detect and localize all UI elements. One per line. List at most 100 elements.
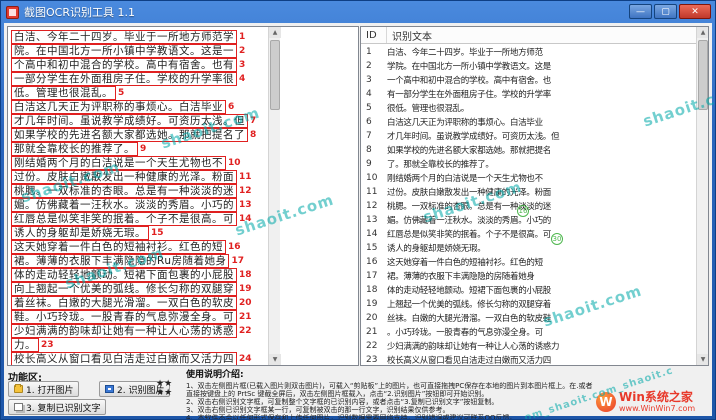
row-text: 诱人的身躯却是娇娆无瑕。 <box>387 242 693 254</box>
open-image-label: 1. 打开图片 <box>26 383 73 396</box>
scrollbar-thumb[interactable] <box>698 40 708 110</box>
open-image-button[interactable]: 1. 打开图片 <box>8 381 79 397</box>
stars-decoration: ★★ ★★ <box>156 380 172 398</box>
table-row[interactable]: 1 白洁、今年二十四岁。毕业于一所地方师范 <box>361 45 695 59</box>
app-window: 截图OCR识别工具 1.1 — ▢ ✕ 白洁、今年二十四岁。毕业于一所地方师范学… <box>0 0 716 420</box>
ocr-line-number: 12 <box>239 186 252 196</box>
table-row[interactable]: 12 桃腮。一双标准的杏眼。总是有一种淡淡的迷 <box>361 199 695 213</box>
table-row[interactable]: 18 体的走动轻轻地颤动。短裙下面包裹的小屁股 <box>361 283 695 297</box>
ocr-line-text: 力。 <box>11 338 39 352</box>
app-icon <box>6 6 19 19</box>
table-row[interactable]: 2 学院。在中国北方一所小镇中学教语文。这是 <box>361 59 695 73</box>
table-row[interactable]: 17 裙。薄薄的衣服下丰满隐隐的房随着她身 <box>361 269 695 283</box>
ocr-line-text: 媚。仿佛藏着一汪秋水。淡淡的秀眉。小巧的 <box>11 198 237 212</box>
ocr-line: 诱人的身躯却是娇娆无瑕。 15 <box>11 226 265 240</box>
row-text: 刚结婚两个月的白洁说是一个天生尤物也不 <box>387 172 693 184</box>
minimize-button[interactable]: — <box>629 4 652 19</box>
logo-site-url: www.WinWin7.com <box>619 404 695 413</box>
ocr-result-panel[interactable]: ID 识别文本 1 白洁、今年二十四岁。毕业于一所地方师范 2 学院。在中国北方… <box>360 26 709 366</box>
ocr-line-number: 16 <box>228 242 241 252</box>
ocr-line: 那就全靠校长的推荐了。 9 <box>11 142 265 156</box>
table-row[interactable]: 19 上翘起一个优美的弧线。修长匀称的双腿穿着 <box>361 297 695 311</box>
scroll-up-icon[interactable]: ▲ <box>697 27 709 38</box>
table-row[interactable]: 11 过份。皮肤白嫩散发出一种健康的光泽。粉面 <box>361 185 695 199</box>
ocr-line-text: 才几年时间。虽说教学成绩好。可资历太浅。但 <box>11 114 248 128</box>
table-row[interactable]: 4 有一部分学生在外面租房子住。学校的升学率 <box>361 87 695 101</box>
ocr-line-number: 4 <box>239 74 245 84</box>
row-text: 体的走动轻轻地颤动。短裙下面包裹的小屁股 <box>387 284 693 296</box>
copy-text-button[interactable]: 3. 复制已识别文字 <box>8 399 106 415</box>
ocr-line-number: 5 <box>118 88 124 98</box>
image-preview-panel[interactable]: 白洁、今年二十四岁。毕业于一所地方师范学 1 院。在中国北方一所小镇中学教语文。… <box>7 26 359 366</box>
ocr-line: 一部分学生在外面租房子住。学校的升学率很 4 <box>11 72 265 86</box>
row-id: 3 <box>361 75 387 85</box>
table-row[interactable]: 13 媚。仿佛藏着一汪秋水。淡淡的秀眉。小巧的 <box>361 213 695 227</box>
table-row[interactable]: 10 刚结婚两个月的白洁说是一个天生尤物也不 <box>361 171 695 185</box>
row-text: 白洁、今年二十四岁。毕业于一所地方师范 <box>387 46 693 58</box>
row-text: 才几年时间。虽说教学成绩好。可资历太浅。但 <box>387 130 693 142</box>
table-row[interactable]: 6 白洁这几天正为评职称的事烦心。白洁毕业 <box>361 115 695 129</box>
row-id: 9 <box>361 159 387 169</box>
row-text: 如果学校的先进名额大家都选她。那就把提名 <box>387 144 693 156</box>
ocr-line: 低。管理也很混乱。 5 <box>11 86 265 100</box>
ocr-line-text: 少妇满满的韵味却让她有一种让人心荡的诱惑 <box>11 324 237 338</box>
row-id: 5 <box>361 103 387 113</box>
usage-instruction-line: 1、双击左侧图片框(已载入图片则双击图片)，可载入“剪贴板”上的图片，也可直接拖… <box>186 382 706 390</box>
row-id: 8 <box>361 145 387 155</box>
logo-w-icon: W <box>596 392 616 412</box>
ocr-line-text: 一部分学生在外面租房子住。学校的升学率很 <box>11 72 237 86</box>
maximize-button[interactable]: ▢ <box>654 4 677 19</box>
ocr-line-number: 10 <box>228 158 241 168</box>
ocr-line-number: 2 <box>239 46 245 56</box>
row-id: 14 <box>361 229 387 239</box>
image-scrollbar[interactable]: ▲ ▼ <box>268 27 280 365</box>
row-id: 19 <box>361 299 387 309</box>
table-row[interactable]: 5 很低。管理也很混乱。 <box>361 101 695 115</box>
result-rows: 1 白洁、今年二十四岁。毕业于一所地方师范 2 学院。在中国北方一所小镇中学教语… <box>361 45 695 366</box>
ocr-line: 裙。薄薄的衣服下丰满隐隐的Ru房随着她身 17 <box>11 254 265 268</box>
result-scrollbar[interactable]: ▲ ▼ <box>696 27 708 365</box>
close-button[interactable]: ✕ <box>679 4 711 19</box>
ocr-line: 院。在中国北方一所小镇中学教语文。这是一 2 <box>11 44 265 58</box>
table-row[interactable]: 7 才几年时间。虽说教学成绩好。可资历太浅。但 <box>361 129 695 143</box>
ocr-line-number: 23 <box>41 340 54 350</box>
table-row[interactable]: 9 了。那就全靠校长的推荐了。 <box>361 157 695 171</box>
table-row[interactable]: 22 少妇满满的韵味却让她有一种让人心荡的诱惑力 <box>361 339 695 353</box>
row-text: 白洁这几天正为评职称的事烦心。白洁毕业 <box>387 116 693 128</box>
column-header-id: ID <box>361 27 387 43</box>
table-row[interactable]: 23 校长高义从窗口看见白洁走过白嫩而又活力四 <box>361 353 695 366</box>
row-text: 学院。在中国北方一所小镇中学教语文。这是 <box>387 60 693 72</box>
ocr-line-number: 11 <box>239 172 252 182</box>
table-row[interactable]: 15 诱人的身躯却是娇娆无瑕。 <box>361 241 695 255</box>
ocr-line-text: 着丝袜。白嫩的大腿光滑溜。一双白色的软皮 <box>11 296 237 310</box>
row-text: 过份。皮肤白嫩散发出一种健康的光泽。粉面 <box>387 186 693 198</box>
table-row[interactable]: 14 红唇总是似笑非笑的抿着。个子不是很高。可 <box>361 227 695 241</box>
scroll-down-icon[interactable]: ▼ <box>269 354 281 365</box>
client-area: 白洁、今年二十四岁。毕业于一所地方师范学 1 院。在中国北方一所小镇中学教语文。… <box>4 23 712 416</box>
table-row[interactable]: 8 如果学校的先进名额大家都选她。那就把提名 <box>361 143 695 157</box>
row-id: 4 <box>361 89 387 99</box>
ocr-line: 着丝袜。白嫩的大腿光滑溜。一双白色的软皮 20 <box>11 296 265 310</box>
ocr-line: 鞋。小巧玲珑。一股青春的气息弥漫全身。可 21 <box>11 310 265 324</box>
scrollbar-thumb[interactable] <box>270 40 280 110</box>
row-text: 一个高中和初中混合的学校。高中有宿舍。也 <box>387 74 693 86</box>
scroll-up-icon[interactable]: ▲ <box>269 27 281 38</box>
table-row[interactable]: 21 。小巧玲珑。一股青春的气息弥漫全身。可 <box>361 325 695 339</box>
title-bar[interactable]: 截图OCR识别工具 1.1 <box>1 1 715 23</box>
ocr-line: 力。 23 <box>11 338 265 352</box>
ocr-line-number: 3 <box>239 60 245 70</box>
ocr-line-number: 22 <box>239 326 252 336</box>
row-id: 13 <box>361 215 387 225</box>
ocr-line-text: 低。管理也很混乱。 <box>11 86 116 100</box>
ocr-line-text: 刚结婚两个月的白洁说是一个天生尤物也不 <box>11 156 226 170</box>
ocr-line: 向上翘起一个优美的弧线。修长匀称的双腿穿 19 <box>11 282 265 296</box>
table-row[interactable]: 3 一个高中和初中混合的学校。高中有宿舍。也 <box>361 73 695 87</box>
table-row[interactable]: 16 这天她穿着一件白色的短袖衬衫。红色的短 <box>361 255 695 269</box>
copy-icon <box>14 403 23 411</box>
table-row[interactable]: 20 丝袜。白嫩的大腿光滑溜。一双白色的软皮鞋 <box>361 311 695 325</box>
ocr-line: 如果学校的先进名额大家都选她。那就把提名了 8 <box>11 128 265 142</box>
scroll-down-icon[interactable]: ▼ <box>697 354 709 365</box>
usage-instructions-title: 使用说明介绍: <box>186 367 706 380</box>
row-id: 2 <box>361 61 387 71</box>
ocr-line: 校长高义从窗口看见白洁走过白嫩而又活力四 24 <box>11 352 265 366</box>
